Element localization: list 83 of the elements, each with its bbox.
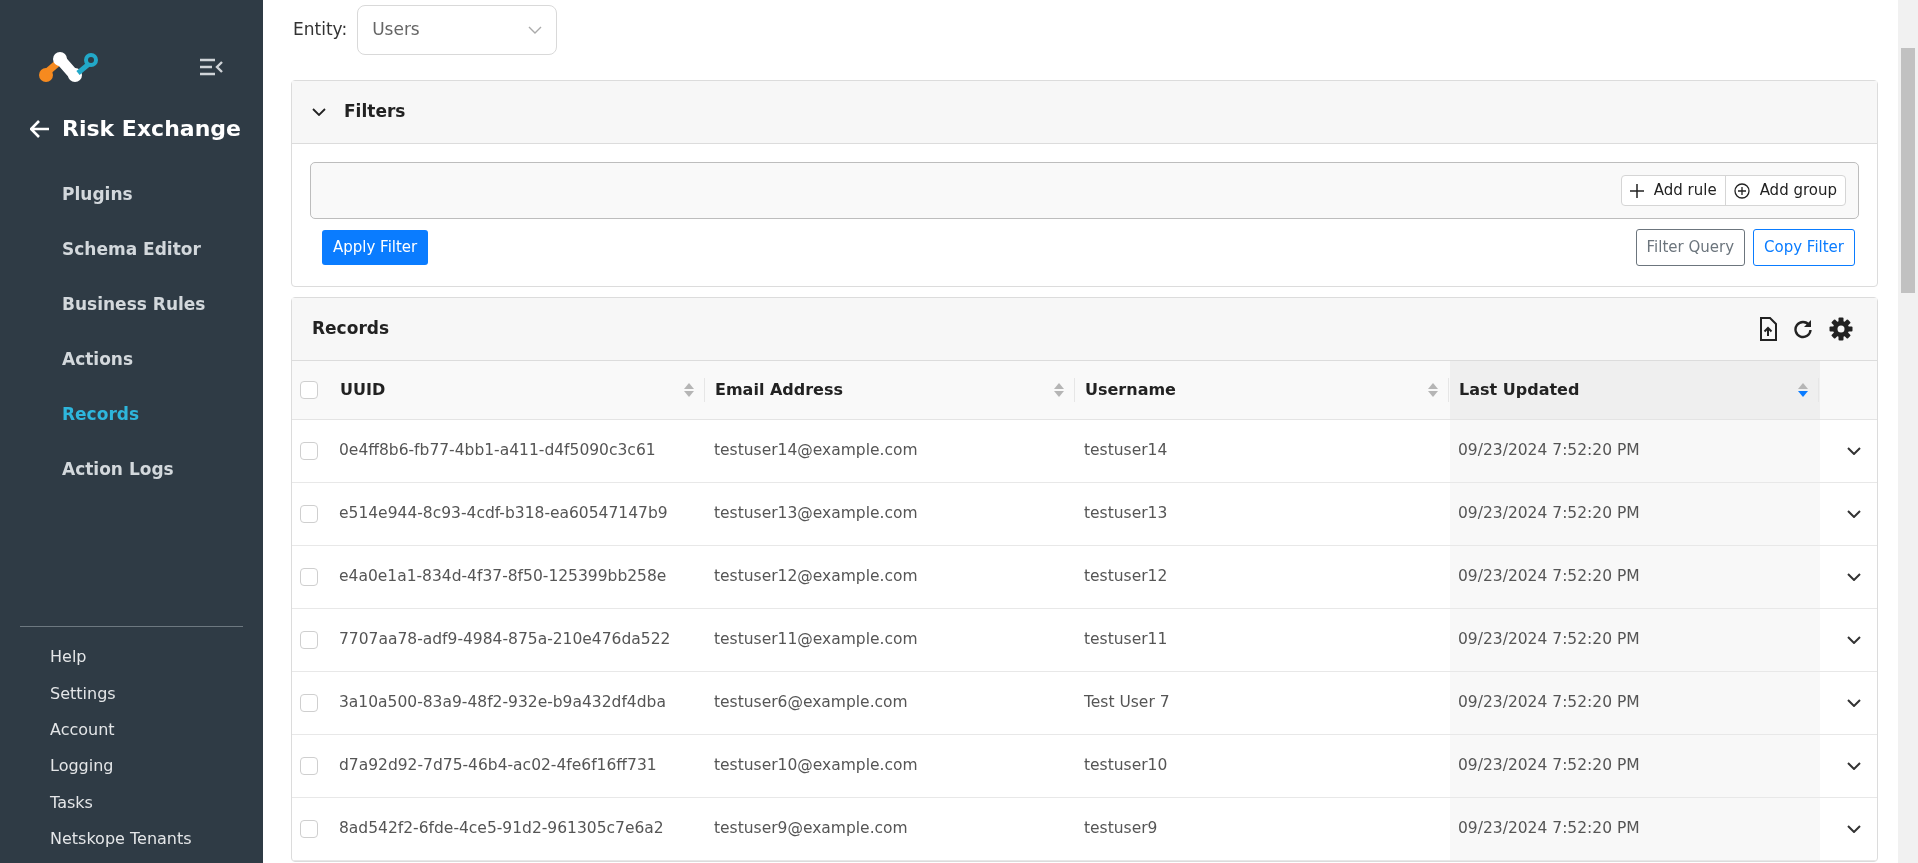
expand-chevron-icon[interactable] — [1847, 446, 1861, 455]
footer-link[interactable]: Settings — [50, 675, 263, 712]
table-cell: testuser6@example.com — [714, 693, 908, 712]
logo-icon — [38, 51, 100, 83]
sort-icon[interactable] — [1054, 382, 1064, 397]
table-cell: 8ad542f2-6fde-4ce5-91d2-961305c7e6a2 — [339, 819, 664, 838]
checkbox[interactable] — [300, 693, 318, 712]
footer-link[interactable]: Help — [50, 639, 263, 676]
plus-circle-icon — [1733, 182, 1750, 199]
refresh-icon[interactable] — [1793, 318, 1813, 339]
plus-icon — [1629, 183, 1644, 198]
nav-item[interactable]: Plugins — [62, 167, 263, 222]
sort-icon[interactable] — [1428, 382, 1438, 397]
table-cell: testuser10 — [1084, 756, 1168, 775]
expand-chevron-icon[interactable] — [1847, 509, 1861, 518]
checkbox[interactable] — [300, 441, 318, 460]
expand-chevron-icon[interactable] — [1847, 698, 1861, 707]
table-cell: e514e944-8c93-4cdf-b318-ea60547147b9 — [339, 504, 668, 523]
table-cell: testuser9 — [1084, 819, 1158, 838]
checkbox[interactable] — [300, 630, 318, 649]
table-cell: testuser13 — [1084, 504, 1168, 523]
records-title: Records — [312, 316, 390, 340]
table-cell: testuser11 — [1084, 630, 1168, 649]
filters-header[interactable]: Filters — [292, 81, 1877, 144]
footer-link[interactable]: Logging — [50, 748, 263, 785]
table-cell: testuser12@example.com — [714, 567, 918, 586]
column-header[interactable]: Last Updated — [1459, 377, 1580, 402]
footer-link[interactable]: Account — [50, 711, 263, 749]
table-cell: 09/23/2024 7:52:20 PM — [1458, 630, 1640, 649]
expand-chevron-icon[interactable] — [1847, 572, 1861, 581]
add-group-button[interactable]: Add group — [1724, 176, 1845, 205]
chevron-down-icon — [528, 26, 543, 34]
expand-chevron-icon[interactable] — [1847, 635, 1861, 644]
checkbox[interactable] — [300, 381, 318, 400]
table-cell: e4a0e1a1-834d-4f37-8f50-125399bb258e — [339, 567, 667, 586]
table-cell: d7a92d92-7d75-46b4-ac02-4fe6f16ff731 — [339, 756, 657, 775]
add-rule-button[interactable]: Add rule — [1621, 176, 1725, 205]
table-cell: 09/23/2024 7:52:20 PM — [1458, 504, 1640, 523]
table-cell: testuser11@example.com — [714, 630, 918, 649]
sort-icon[interactable] — [684, 382, 694, 397]
footer-link[interactable]: Netskope Tenants — [50, 820, 263, 857]
table-cell: testuser12 — [1084, 567, 1168, 586]
column-header[interactable]: Username — [1085, 377, 1176, 402]
table-cell: Test User 7 — [1084, 693, 1170, 712]
filter-query-button[interactable]: Filter Query — [1635, 229, 1746, 266]
table-cell: testuser9@example.com — [714, 819, 908, 838]
column-header[interactable]: UUID — [340, 377, 386, 402]
file-upload-icon[interactable] — [1759, 316, 1777, 341]
expand-chevron-icon[interactable] — [1847, 761, 1861, 770]
checkbox[interactable] — [300, 567, 318, 586]
table-cell: 09/23/2024 7:52:20 PM — [1458, 441, 1640, 460]
entity-select[interactable]: Users — [357, 5, 558, 55]
nav-item[interactable]: Action Logs — [62, 442, 263, 497]
checkbox[interactable] — [300, 756, 318, 775]
apply-filter-button[interactable]: Apply Filter — [322, 230, 429, 265]
table-cell: 09/23/2024 7:52:20 PM — [1458, 567, 1640, 586]
nav-item[interactable]: Records — [62, 387, 263, 442]
section-title: Risk Exchange — [62, 115, 241, 143]
table-cell: testuser13@example.com — [714, 504, 918, 523]
entity-label: Entity: — [293, 18, 348, 42]
nav-item[interactable]: Business Rules — [62, 277, 263, 332]
checkbox[interactable] — [300, 504, 318, 523]
column-header[interactable]: Email Address — [715, 377, 843, 402]
nav-item[interactable]: Actions — [62, 332, 263, 387]
sort-icon[interactable] — [1798, 382, 1808, 397]
menu-icon[interactable] — [199, 58, 223, 76]
settings-icon[interactable] — [1829, 316, 1853, 341]
expand-chevron-icon[interactable] — [1847, 824, 1861, 833]
back-arrow-icon[interactable] — [30, 119, 50, 138]
scrollbar[interactable] — [1898, 0, 1918, 863]
table-cell: testuser10@example.com — [714, 756, 918, 775]
table-cell: 0e4ff8b6-fb77-4bb1-a411-d4f5090c3c61 — [339, 441, 656, 460]
checkbox[interactable] — [300, 819, 318, 838]
table-cell: 3a10a500-83a9-48f2-932e-b9a432df4dba — [339, 693, 666, 712]
table-cell: 09/23/2024 7:52:20 PM — [1458, 693, 1640, 712]
table-cell: 7707aa78-adf9-4984-875a-210e476da522 — [339, 630, 671, 649]
table-cell: testuser14 — [1084, 441, 1168, 460]
nav-item[interactable]: Schema Editor — [62, 222, 263, 277]
table-cell: 09/23/2024 7:52:20 PM — [1458, 756, 1640, 775]
table-cell: 09/23/2024 7:52:20 PM — [1458, 819, 1640, 838]
footer-link[interactable]: Tasks — [50, 784, 263, 821]
table-cell: testuser14@example.com — [714, 441, 918, 460]
copy-filter-button[interactable]: Copy Filter — [1753, 229, 1855, 266]
